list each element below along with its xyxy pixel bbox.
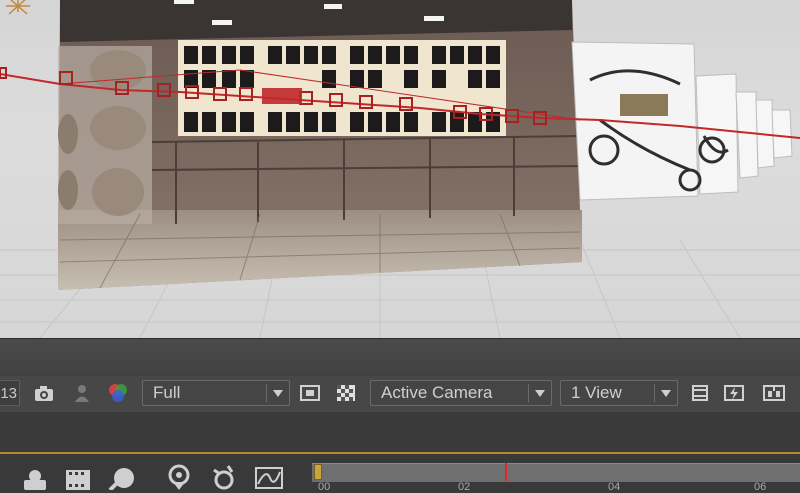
- camera-tool-icon[interactable]: [20, 464, 50, 490]
- work-area-start-handle[interactable]: [314, 464, 322, 480]
- flowchart-icon[interactable]: [762, 381, 786, 405]
- film-strip-icon[interactable]: [62, 464, 92, 490]
- region-of-interest-icon[interactable]: [298, 381, 322, 405]
- pin-icon[interactable]: [164, 464, 194, 490]
- camera-view-value: Active Camera: [381, 383, 493, 402]
- tick-label: 06: [754, 481, 767, 493]
- viewer-divider: [0, 338, 800, 377]
- shape-icon[interactable]: [106, 464, 136, 490]
- panel-highlight: [0, 452, 800, 454]
- resolution-value: Full: [153, 383, 181, 402]
- camera-view-dropdown[interactable]: Active Camera: [370, 380, 552, 406]
- camera-icon[interactable]: [32, 381, 56, 405]
- current-time-indicator[interactable]: [505, 463, 507, 481]
- rgb-channels-icon[interactable]: [106, 381, 130, 405]
- fast-previews-icon[interactable]: [722, 381, 746, 405]
- person-icon[interactable]: [70, 381, 94, 405]
- composition-viewer[interactable]: [0, 0, 800, 338]
- motion-path[interactable]: [0, 0, 800, 338]
- transparency-grid-icon[interactable]: [334, 381, 358, 405]
- magnification-field[interactable]: 13: [0, 380, 20, 406]
- chevron-down-icon: [273, 390, 283, 397]
- tick-label: 00: [318, 481, 331, 493]
- view-layout-value: 1 View: [571, 383, 622, 402]
- tick-label: 02: [458, 481, 471, 493]
- panel-spacer: [0, 412, 800, 453]
- pixel-aspect-icon[interactable]: [688, 381, 712, 405]
- time-ruler[interactable]: [312, 463, 800, 482]
- tick-label: 04: [608, 481, 621, 493]
- motion-icon[interactable]: [208, 464, 238, 490]
- chevron-down-icon: [535, 390, 545, 397]
- resolution-dropdown[interactable]: Full: [142, 380, 290, 406]
- view-layout-dropdown[interactable]: 1 View: [560, 380, 678, 406]
- chevron-down-icon: [661, 390, 671, 397]
- graph-editor-icon[interactable]: [254, 464, 284, 490]
